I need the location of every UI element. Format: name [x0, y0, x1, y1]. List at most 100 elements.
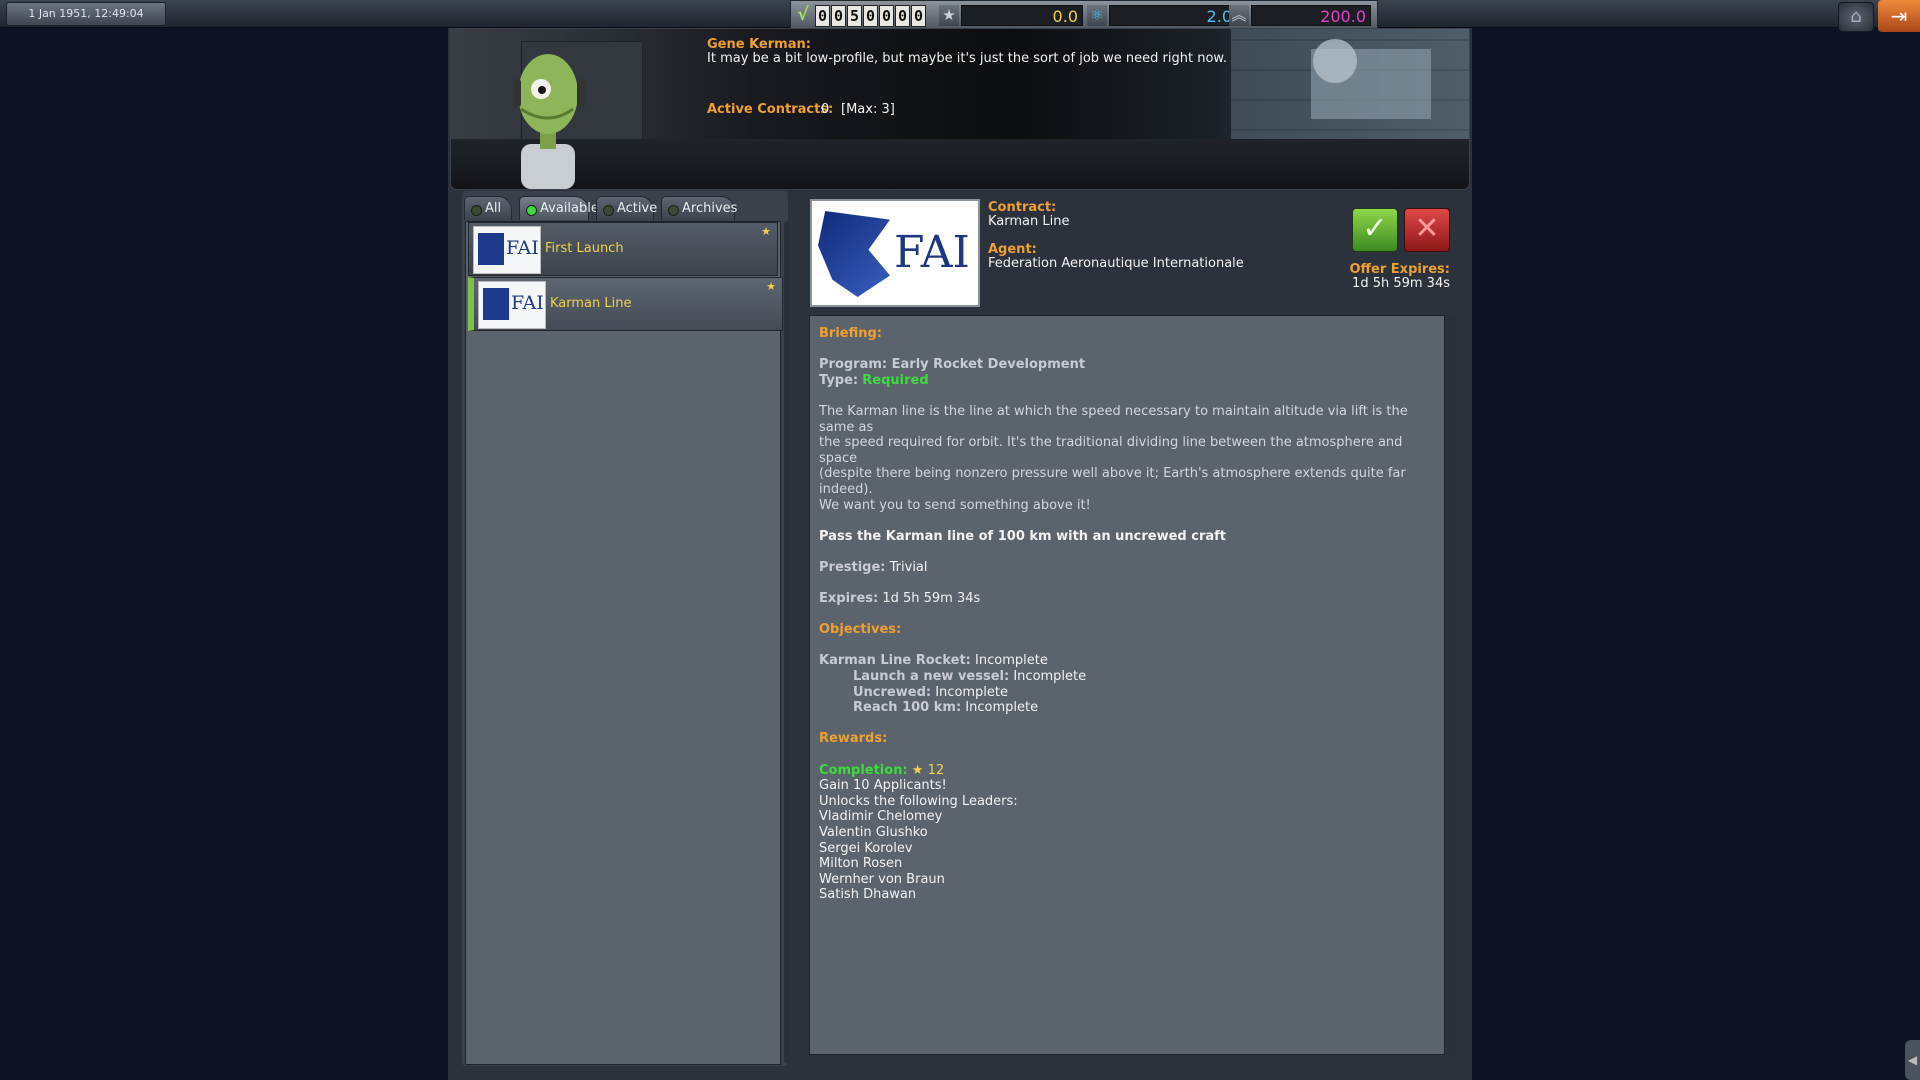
funds-digit: 5: [847, 5, 862, 27]
tab-all[interactable]: All: [464, 196, 512, 220]
objective-line: Uncrewed: Incomplete: [819, 685, 1444, 701]
contract-title: Karman Line: [988, 214, 1070, 229]
funds-digit: 0: [815, 5, 830, 27]
mission-control-banner: Gene Kerman: It may be a bit low-profile…: [450, 28, 1470, 190]
list-item[interactable]: FAI First Launch ★: [468, 222, 778, 276]
expires-line: Expires: 1d 5h 59m 34s: [819, 591, 1444, 607]
list-item[interactable]: FAI Karman Line ★: [468, 277, 783, 331]
objective-line: Launch a new vessel: Incomplete: [819, 669, 1444, 685]
tab-label: All: [485, 201, 502, 216]
tab-label: Available: [540, 201, 599, 216]
active-contracts-label: Active Contracts:: [707, 102, 834, 117]
contract-detail-panel: FAI Contract: Karman Line Agent: Federat…: [800, 191, 1465, 1066]
leader-name: Valentin Glushko: [819, 825, 928, 840]
mission-control-window: Gene Kerman: It may be a bit low-profile…: [448, 28, 1472, 1080]
completion-line: Completion: ★ 12: [819, 763, 1444, 779]
briefing-header: Briefing:: [819, 326, 882, 341]
contract-label: Contract:: [988, 200, 1057, 215]
contract-name: First Launch: [545, 241, 624, 256]
tab-indicator-light: [668, 205, 679, 216]
tab-label: Active: [617, 201, 658, 216]
objectives-header: Objectives:: [819, 622, 902, 638]
reputation-value: 0.0: [961, 5, 1083, 26]
leader-name: Wernher von Braun: [819, 871, 945, 887]
agent-label: Agent:: [988, 242, 1037, 257]
fai-logo: FAI: [473, 226, 541, 274]
objective-line: Reach 100 km: Incomplete: [819, 700, 1444, 716]
description-line: (despite there being nonzero pressure we…: [819, 466, 1406, 497]
type-value: Required: [862, 372, 929, 388]
eagle-icon: [483, 288, 509, 320]
objective-line: Karman Line Rocket: Incomplete: [819, 653, 1444, 669]
objective-status: Incomplete: [975, 653, 1048, 669]
contract-list: FAI First Launch ★ FAI Karman Line ★: [465, 221, 783, 1065]
funds-icon: √: [797, 4, 810, 25]
prestige-line: Prestige: Trivial: [819, 560, 1444, 576]
science-value: 2.0: [1109, 5, 1237, 26]
expires-value: 1d 5h 59m 34s: [882, 591, 981, 607]
tab-available[interactable]: Available: [519, 196, 599, 220]
background-clock: [1313, 39, 1357, 83]
logo-text: FAI: [511, 292, 544, 314]
tab-indicator-light: [471, 205, 482, 216]
objective-label: Reach 100 km:: [853, 700, 962, 716]
offer-expires-label: Offer Expires:: [1349, 262, 1450, 277]
app-launcher-icon[interactable]: ⌂: [1838, 2, 1874, 32]
background-desk: [451, 139, 1469, 189]
funds-digit: 0: [863, 5, 878, 27]
agent-name: Federation Aeronautique Internationale: [988, 256, 1244, 271]
tab-indicator-light: [526, 205, 537, 216]
funds-digit: 0: [911, 5, 926, 27]
funds-digit: 0: [831, 5, 846, 27]
tab-indicator-light: [603, 205, 614, 216]
chevrons-icon: ︽: [1229, 5, 1249, 26]
logo-text: FAI: [894, 227, 970, 278]
contract-briefing: Briefing: Program: Early Rocket Developm…: [809, 315, 1445, 1055]
objective-label: Karman Line Rocket:: [819, 653, 971, 669]
description-line: The Karman line is the line at which the…: [819, 403, 1408, 435]
accept-button[interactable]: ✓: [1352, 208, 1398, 252]
list-scrollbar[interactable]: [784, 221, 790, 1063]
completion-label: Completion:: [819, 762, 908, 778]
objective-status: Incomplete: [935, 684, 1009, 700]
objective-status: Incomplete: [965, 700, 1039, 716]
rewards-header: Rewards:: [819, 731, 888, 747]
top-bar: 1 Jan 1951, 12:49:04 √ 0 0 5 0 0 0 0 ★ 0…: [0, 0, 1920, 32]
funds-counter: 0 0 5 0 0 0 0: [815, 5, 926, 27]
objective-label: Launch a new vessel:: [853, 669, 1010, 685]
description-line: the speed required for orbit. It's the t…: [819, 435, 1403, 466]
contract-name: Karman Line: [550, 296, 632, 311]
reward-line: Gain 10 Applicants!: [819, 778, 947, 794]
tab-archives[interactable]: Archives: [661, 196, 738, 220]
speaker-text: It may be a bit low-profile, but maybe i…: [707, 51, 1227, 66]
funds-digit: 0: [895, 5, 910, 27]
objective-label: Uncrewed:: [853, 684, 932, 700]
date-display: 1 Jan 1951, 12:49:04: [6, 2, 166, 26]
leader-name: Satish Dhawan: [819, 887, 917, 903]
contract-list-panel: All Available Active Archives FAI First …: [462, 191, 790, 1066]
description-line: We want you to send something above it!: [819, 497, 1091, 513]
decline-button[interactable]: ✕: [1404, 208, 1450, 252]
speaker-name: Gene Kerman:: [707, 37, 811, 52]
funds-digit: 0: [879, 5, 894, 27]
tab-label: Archives: [682, 201, 738, 216]
program-line: Program: Early Rocket Development: [819, 357, 1086, 373]
active-contracts-value: 0: [821, 102, 830, 117]
leader-name: Sergei Korolev: [819, 840, 913, 856]
completion-value: 12: [927, 762, 945, 778]
eagle-icon: [478, 233, 504, 265]
star-icon: ★: [911, 762, 924, 778]
briefing-scrollbar[interactable]: [1448, 315, 1456, 1055]
star-icon: ★: [939, 5, 959, 26]
expires-label: Expires:: [819, 591, 879, 607]
logo-text: FAI: [506, 237, 539, 259]
tab-active[interactable]: Active: [596, 196, 658, 220]
kerbal-portrait: [513, 54, 585, 189]
star-icon: ★: [761, 225, 771, 238]
confidence-value: 200.0: [1251, 5, 1371, 26]
leader-name: Milton Rosen: [819, 856, 903, 872]
collapse-arrow-icon[interactable]: ◀: [1905, 1040, 1920, 1080]
objective-status: Incomplete: [1013, 669, 1087, 685]
exit-icon[interactable]: ⇥: [1878, 0, 1920, 32]
reward-line: Unlocks the following Leaders:: [819, 793, 1018, 809]
